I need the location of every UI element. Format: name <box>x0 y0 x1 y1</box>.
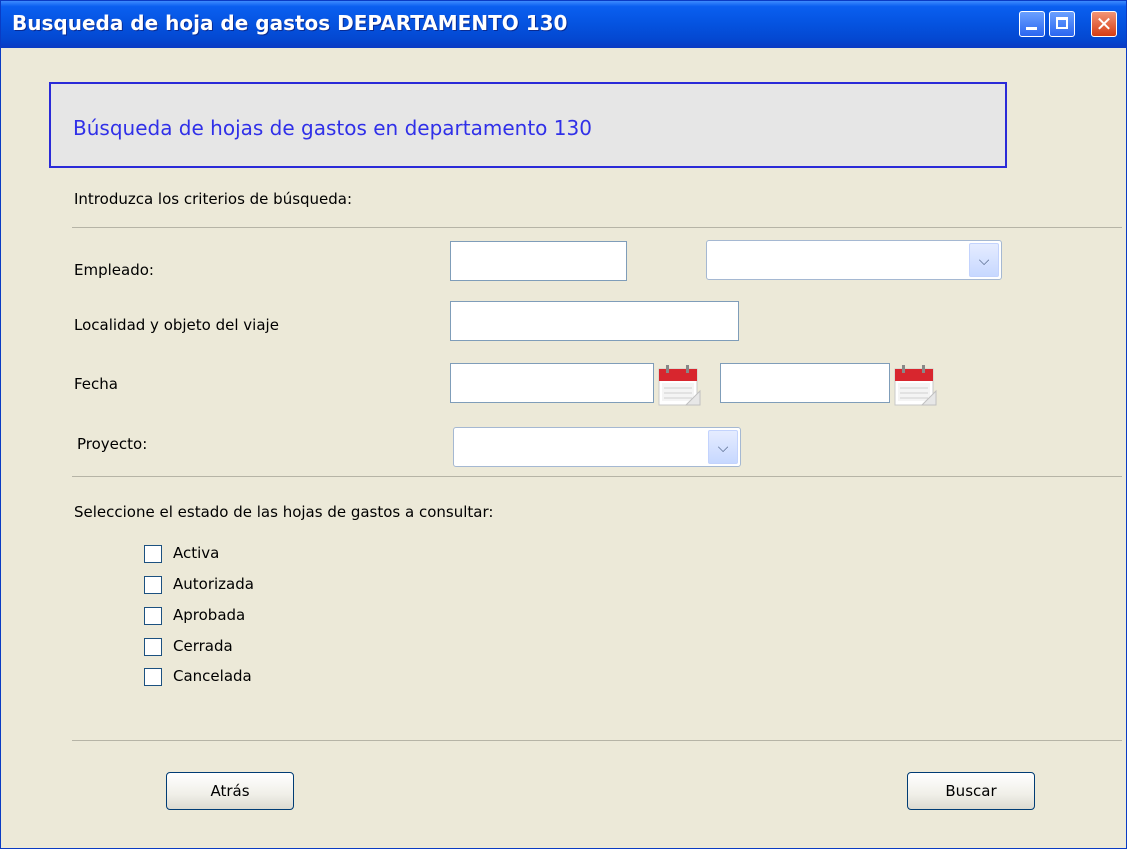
checkbox-label-autorizada: Autorizada <box>173 575 254 593</box>
maximize-icon <box>1056 17 1068 29</box>
proyecto-select[interactable]: ⌵ <box>453 427 741 467</box>
divider <box>72 476 1122 477</box>
criteria-heading: Introduzca los criterios de búsqueda: <box>74 190 353 208</box>
states-heading: Seleccione el estado de las hojas de gas… <box>74 503 494 521</box>
empleado-label: Empleado: <box>74 261 154 279</box>
header-banner: Búsqueda de hojas de gastos en departame… <box>49 82 1007 168</box>
localidad-input[interactable] <box>450 301 739 341</box>
fecha-from-input[interactable] <box>450 363 654 403</box>
back-button[interactable]: Atrás <box>166 772 294 810</box>
empleado-code-input[interactable] <box>450 241 627 281</box>
checkbox-autorizada[interactable] <box>144 576 162 594</box>
window-title: Busqueda de hoja de gastos DEPARTAMENTO … <box>12 11 568 35</box>
divider <box>72 740 1122 741</box>
checkbox-label-cerrada: Cerrada <box>173 637 233 655</box>
calendar-icon[interactable] <box>892 361 940 409</box>
banner-title: Búsqueda de hojas de gastos en departame… <box>73 116 592 140</box>
search-button[interactable]: Buscar <box>907 772 1035 810</box>
minimize-button[interactable] <box>1019 11 1045 37</box>
proyecto-label: Proyecto: <box>77 435 148 453</box>
close-icon: ✕ <box>1095 12 1113 36</box>
search-window: Busqueda de hoja de gastos DEPARTAMENTO … <box>0 0 1127 849</box>
calendar-icon[interactable] <box>656 361 704 409</box>
checkbox-label-activa: Activa <box>173 544 220 562</box>
close-button[interactable]: ✕ <box>1091 11 1117 37</box>
minimize-icon <box>1026 27 1037 30</box>
chevron-down-icon[interactable]: ⌵ <box>708 430 738 464</box>
checkbox-cerrada[interactable] <box>144 638 162 656</box>
checkbox-label-aprobada: Aprobada <box>173 606 246 624</box>
checkbox-label-cancelada: Cancelada <box>173 667 252 685</box>
checkbox-aprobada[interactable] <box>144 607 162 625</box>
checkbox-cancelada[interactable] <box>144 668 162 686</box>
fecha-label: Fecha <box>74 375 118 393</box>
maximize-button[interactable] <box>1049 11 1075 37</box>
chevron-down-icon[interactable]: ⌵ <box>969 243 999 277</box>
fecha-to-input[interactable] <box>720 363 890 403</box>
checkbox-activa[interactable] <box>144 545 162 563</box>
localidad-label: Localidad y objeto del viaje <box>74 316 279 334</box>
empleado-select[interactable]: ⌵ <box>706 240 1002 280</box>
title-bar[interactable]: Busqueda de hoja de gastos DEPARTAMENTO … <box>1 1 1126 48</box>
divider <box>72 227 1122 228</box>
